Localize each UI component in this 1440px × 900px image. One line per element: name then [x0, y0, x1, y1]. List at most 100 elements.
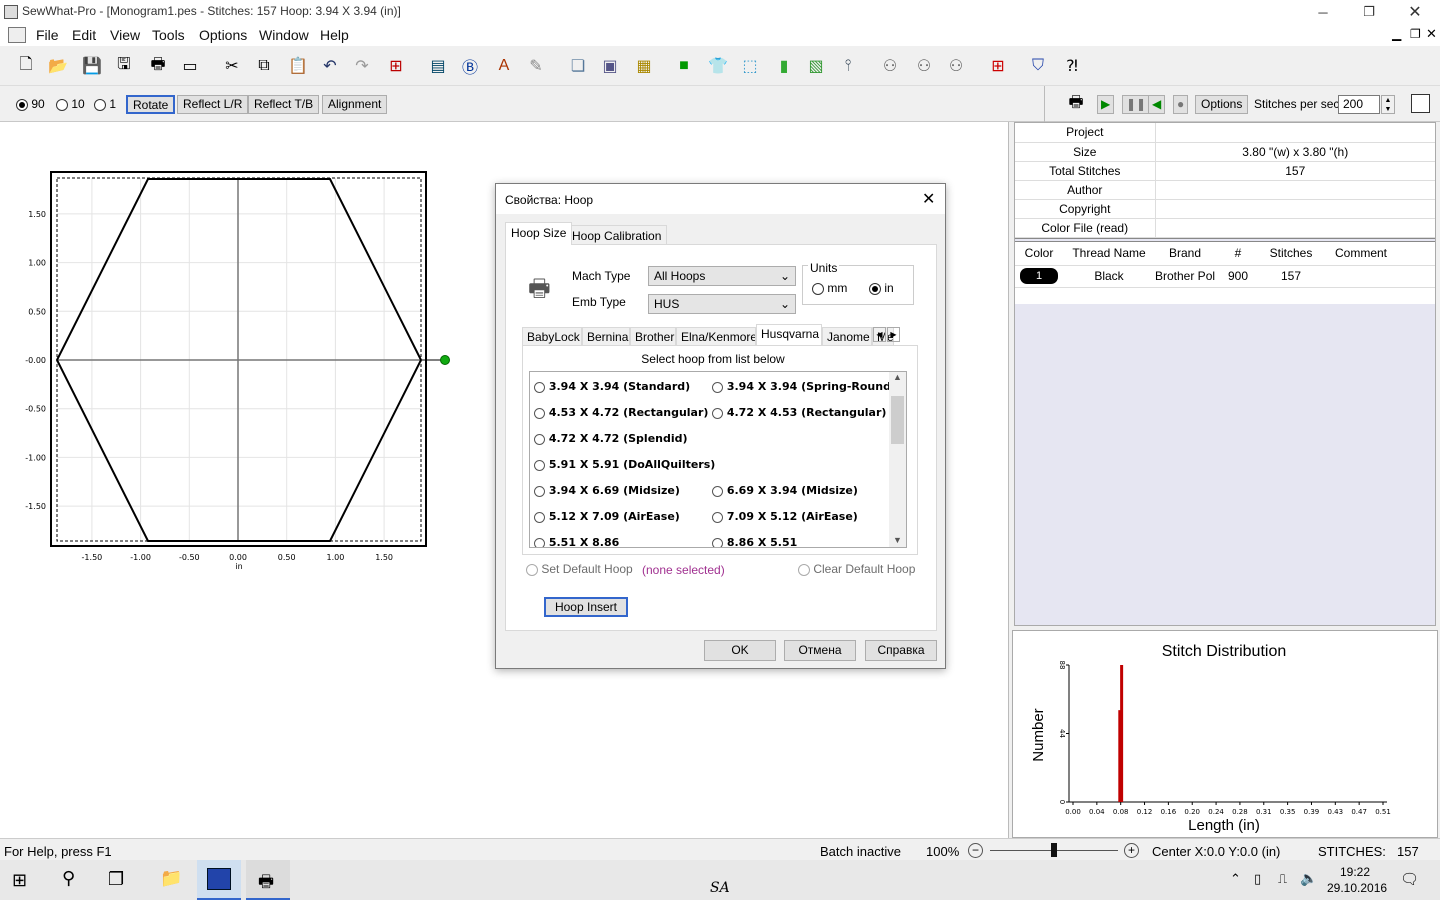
- multi-window-icon[interactable]: ⊞: [986, 54, 1010, 78]
- mdi-close-icon[interactable]: ✕: [1426, 26, 1437, 42]
- unit-mm-radio[interactable]: mm: [812, 281, 847, 295]
- step-back-icon[interactable]: ◀: [1148, 95, 1166, 114]
- green-square-icon[interactable]: ■: [672, 54, 696, 78]
- sew-machine-icon[interactable]: 🖶: [1064, 92, 1088, 116]
- minimize-button[interactable]: ─: [1300, 0, 1346, 24]
- table-row[interactable]: Project: [1015, 123, 1435, 143]
- rotate-handle[interactable]: [440, 355, 450, 365]
- hoop-option[interactable]: 3.94 X 3.94 (Spring-Round): [712, 380, 896, 393]
- redo-icon[interactable]: ↷: [350, 54, 374, 78]
- battery-icon[interactable]: ▯: [1254, 871, 1261, 887]
- menu-view[interactable]: View: [110, 27, 140, 43]
- reflect-lr-button[interactable]: Reflect L/R: [177, 95, 249, 114]
- color-swatch[interactable]: [1411, 94, 1430, 113]
- menu-window[interactable]: Window: [259, 27, 309, 43]
- merge-icon[interactable]: ⚇: [944, 54, 968, 78]
- print-icon[interactable]: 🖶: [146, 54, 170, 78]
- shirt-icon[interactable]: 👕: [706, 54, 730, 78]
- close-button[interactable]: ✕: [1392, 0, 1438, 24]
- ok-button[interactable]: OK: [704, 640, 776, 661]
- brand-tab-bernina[interactable]: Bernina: [582, 327, 630, 346]
- hoop-option[interactable]: 4.72 X 4.53 (Rectangular): [712, 406, 886, 419]
- menu-options[interactable]: Options: [199, 27, 247, 43]
- brand-tab-elnakenmore[interactable]: Elna/Kenmore: [676, 327, 756, 346]
- rotate-1-radio[interactable]: 1: [94, 97, 116, 111]
- rotate-90-radio[interactable]: 90: [16, 97, 45, 111]
- palette-icon[interactable]: ▧: [804, 54, 828, 78]
- play-icon[interactable]: ▶: [1097, 95, 1115, 114]
- new-icon[interactable]: 🗋: [14, 54, 38, 78]
- network-icon[interactable]: ⎍: [1278, 871, 1287, 887]
- hoop-option[interactable]: 7.09 X 5.12 (AirEase): [712, 510, 858, 523]
- task-view-icon[interactable]: ❐: [108, 869, 124, 890]
- mdi-minimize-icon[interactable]: ▁: [1392, 27, 1401, 41]
- zoom-in-icon[interactable]: +: [1124, 843, 1139, 858]
- save-icon[interactable]: 💾: [80, 54, 104, 78]
- tab-hoop-size[interactable]: Hoop Size: [505, 222, 573, 245]
- hoop-option[interactable]: 5.91 X 5.91 (DoAllQuilters): [534, 458, 715, 471]
- volume-icon[interactable]: 🔈: [1300, 870, 1317, 887]
- scroll-thumb[interactable]: [891, 396, 904, 444]
- paste-icon[interactable]: 📋: [286, 54, 310, 78]
- brand-tab-babylock[interactable]: BabyLock: [522, 327, 582, 346]
- undo-icon[interactable]: ↶: [318, 54, 342, 78]
- stop-icon[interactable]: ●: [1173, 95, 1189, 114]
- restore-button[interactable]: ❐: [1346, 0, 1392, 24]
- gradient-icon[interactable]: ▮: [772, 54, 796, 78]
- set-default-radio[interactable]: Set Default Hoop: [526, 562, 633, 576]
- menu-tools[interactable]: Tools: [152, 27, 185, 43]
- options-button[interactable]: Options: [1195, 95, 1249, 114]
- hoop-frame-icon[interactable]: ⬚: [738, 54, 762, 78]
- hoop-insert-button[interactable]: Hoop Insert: [544, 597, 628, 617]
- menu-help[interactable]: Help: [320, 27, 349, 43]
- ungroup-icon[interactable]: ⚇: [912, 54, 936, 78]
- reflect-tb-button[interactable]: Reflect T/B: [248, 95, 320, 114]
- table-row[interactable]: Author: [1015, 180, 1435, 200]
- tray-chevron-icon[interactable]: ⌃: [1230, 871, 1241, 887]
- grid-tool-icon[interactable]: ⊞: [384, 54, 408, 78]
- file-explorer-icon[interactable]: 📁: [160, 868, 182, 889]
- spell-icon[interactable]: ✎: [524, 54, 548, 78]
- search-icon[interactable]: ⚲: [62, 868, 75, 889]
- alignment-button[interactable]: Alignment: [322, 95, 388, 114]
- brand-tab-brother[interactable]: Brother: [630, 327, 676, 346]
- clear-default-radio[interactable]: Clear Default Hoop: [798, 562, 915, 576]
- hoop-option[interactable]: 6.69 X 3.94 (Midsize): [712, 484, 858, 497]
- tab-scroll-left-icon[interactable]: ◀: [873, 327, 886, 342]
- context-help-icon[interactable]: ⁈: [1060, 54, 1084, 78]
- notification-icon[interactable]: 🗨: [1400, 870, 1419, 888]
- hoop-option[interactable]: 4.72 X 4.72 (Splendid): [534, 432, 688, 445]
- cancel-button[interactable]: Отмена: [784, 640, 856, 661]
- save-as-icon[interactable]: 🖫: [112, 54, 136, 78]
- start-icon[interactable]: ⊞: [12, 870, 27, 891]
- open-icon[interactable]: 📂: [46, 54, 70, 78]
- text-a-icon[interactable]: A: [492, 54, 516, 78]
- hoop-option[interactable]: 5.12 X 7.09 (AirEase): [534, 510, 680, 523]
- pages-icon[interactable]: ❏: [566, 54, 590, 78]
- bold-b-icon[interactable]: Ⓑ: [458, 54, 482, 78]
- zoom-slider-thumb[interactable]: [1051, 843, 1057, 857]
- print-preview-icon[interactable]: ▭: [178, 54, 202, 78]
- sps-spinner[interactable]: ▲ ▼: [1381, 95, 1395, 114]
- help-shield-icon[interactable]: ⛉: [1026, 54, 1050, 78]
- hoop-option[interactable]: 8.86 X 5.51: [712, 536, 797, 547]
- sps-input[interactable]: 200: [1338, 95, 1380, 114]
- icon-tool-icon[interactable]: ▤: [426, 54, 450, 78]
- table-row[interactable]: Total Stitches 157: [1015, 161, 1435, 181]
- taskbar-app-1[interactable]: [197, 860, 241, 900]
- clock-date[interactable]: 29.10.2016: [1327, 881, 1387, 895]
- mdi-restore-icon[interactable]: ❐: [1410, 27, 1421, 41]
- hoop-option[interactable]: 5.51 X 8.86: [534, 536, 619, 547]
- hoop-option[interactable]: 3.94 X 6.69 (Midsize): [534, 484, 680, 497]
- menu-edit[interactable]: Edit: [72, 27, 96, 43]
- emb-type-select[interactable]: HUS ⌄: [648, 294, 796, 314]
- table-row[interactable]: Color File (read): [1015, 218, 1435, 238]
- hoop-list-scrollbar[interactable]: ▲ ▼: [889, 372, 906, 547]
- tab-hoop-calibration[interactable]: Hoop Calibration: [566, 225, 668, 245]
- rotate-button[interactable]: Rotate: [126, 95, 176, 114]
- hoop-option[interactable]: 3.94 X 3.94 (Standard): [534, 380, 690, 393]
- needle-icon[interactable]: ⫯: [836, 54, 860, 78]
- group-icon[interactable]: ⚇: [878, 54, 902, 78]
- pause-icon[interactable]: ❚❚: [1122, 95, 1151, 114]
- rotate-10-radio[interactable]: 10: [56, 97, 85, 111]
